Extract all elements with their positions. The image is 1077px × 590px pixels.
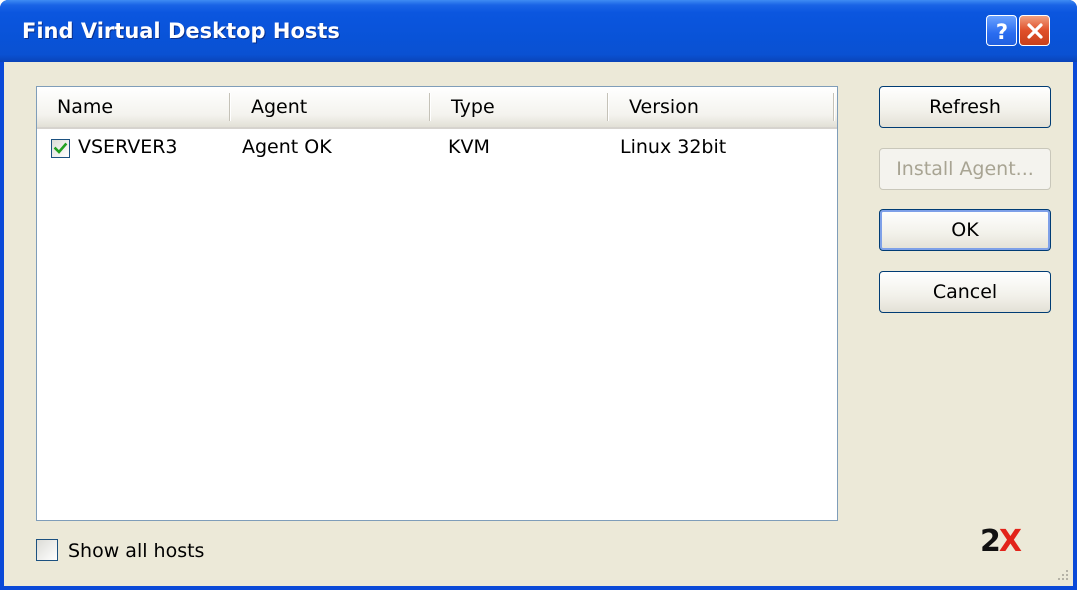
show-all-hosts-checkbox[interactable] xyxy=(36,539,58,561)
logo-text-accent: X xyxy=(998,524,1022,559)
dialog-window: Find Virtual Desktop Hosts ? Name Agent … xyxy=(0,0,1077,590)
table-row[interactable]: VSERVER3 Agent OK KVM Linux 32bit xyxy=(37,129,837,165)
svg-text:?: ? xyxy=(995,20,1007,42)
help-icon: ? xyxy=(995,20,1007,42)
refresh-button[interactable]: Refresh xyxy=(879,86,1051,128)
checkmark-icon xyxy=(53,142,68,154)
hosts-list[interactable]: Name Agent Type Version VSERVER3 Agent O… xyxy=(36,86,838,521)
dialog-client: Name Agent Type Version VSERVER3 Agent O… xyxy=(4,62,1073,586)
resize-grip-icon[interactable] xyxy=(1054,566,1070,582)
cell-agent: Agent OK xyxy=(242,136,332,158)
close-button[interactable] xyxy=(1019,15,1050,46)
cancel-button[interactable]: Cancel xyxy=(879,271,1051,313)
cell-name: VSERVER3 xyxy=(78,136,178,158)
close-icon xyxy=(1026,22,1043,39)
show-all-hosts-label[interactable]: Show all hosts xyxy=(68,540,204,562)
column-divider[interactable] xyxy=(229,93,230,121)
logo-text-main: 2 xyxy=(980,524,1001,559)
install-agent-button[interactable]: Install Agent... xyxy=(879,148,1051,190)
title-bar[interactable]: Find Virtual Desktop Hosts ? xyxy=(0,0,1077,62)
column-header-type[interactable]: Type xyxy=(431,87,607,127)
column-divider[interactable] xyxy=(607,93,608,121)
column-header-name[interactable]: Name xyxy=(37,87,229,127)
brand-logo: 2X xyxy=(980,524,1022,559)
row-checkbox[interactable] xyxy=(51,139,70,158)
column-divider[interactable] xyxy=(833,93,834,121)
cell-version: Linux 32bit xyxy=(620,136,727,158)
column-divider[interactable] xyxy=(429,93,430,121)
column-header-agent[interactable]: Agent xyxy=(231,87,429,127)
help-button[interactable]: ? xyxy=(986,15,1017,46)
ok-button[interactable]: OK xyxy=(879,209,1051,251)
column-header-version[interactable]: Version xyxy=(609,87,835,127)
list-header: Name Agent Type Version xyxy=(37,87,837,129)
window-title: Find Virtual Desktop Hosts xyxy=(22,19,340,43)
cell-type: KVM xyxy=(448,136,490,158)
